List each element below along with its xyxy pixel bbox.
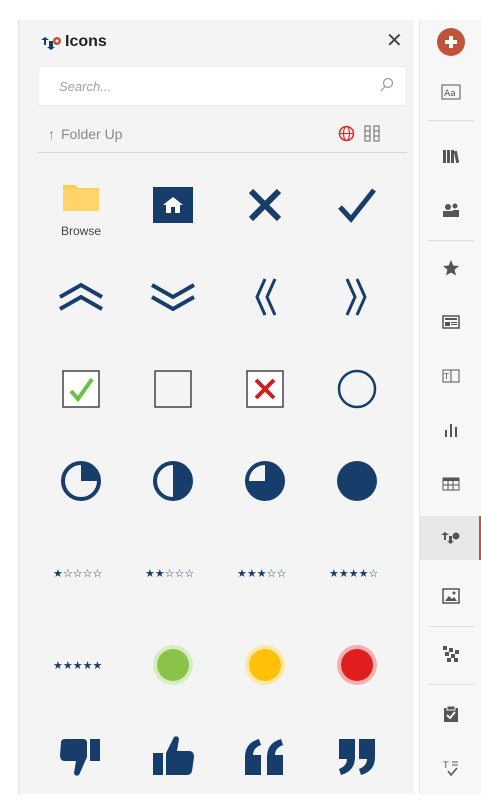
- one-star-rating-icon[interactable]: ★☆☆☆☆: [38, 530, 124, 616]
- text-format-button[interactable]: T: [420, 746, 481, 790]
- image-button[interactable]: [420, 574, 481, 618]
- image-icon: [442, 588, 460, 604]
- folder-up-label: Folder Up: [61, 126, 123, 142]
- main-menu-icon: [437, 28, 465, 56]
- panel-header: Icons ✕: [19, 20, 414, 66]
- globe-icon[interactable]: [338, 125, 355, 142]
- table-button[interactable]: [420, 462, 481, 506]
- right-toolbar: Aa T T: [419, 20, 481, 794]
- browse-label: Browse: [60, 224, 101, 238]
- search-placeholder: Search...: [59, 79, 112, 94]
- clipboard-check-icon: [444, 705, 458, 722]
- pattern-icon: [443, 646, 459, 662]
- open-quote-icon[interactable]: [222, 714, 308, 800]
- thumbs-up-icon[interactable]: [130, 714, 216, 800]
- svg-text:★★★☆☆: ★★★☆☆: [237, 567, 286, 579]
- red-status-light-icon[interactable]: [314, 622, 400, 708]
- favorites-button[interactable]: [420, 246, 481, 290]
- svg-text:★★★★☆: ★★★★☆: [329, 567, 378, 579]
- svg-text:T: T: [442, 761, 449, 771]
- people-icon: [443, 203, 459, 217]
- icons-title-icon: [41, 37, 61, 50]
- table-icon: [442, 477, 460, 491]
- card-button[interactable]: [420, 300, 481, 344]
- main-menu-button[interactable]: [420, 20, 481, 64]
- double-chevron-right-icon[interactable]: [314, 254, 400, 340]
- icons-panel: Icons ✕ Search... ↑ Folder Up Browse ★☆☆…: [18, 20, 414, 794]
- folder-icon: [63, 185, 99, 211]
- x-mark-icon[interactable]: [222, 162, 308, 248]
- card-icon: [442, 315, 460, 329]
- close-button[interactable]: ✕: [386, 31, 403, 51]
- pie-three-quarter-icon[interactable]: [222, 438, 308, 524]
- three-star-rating-icon[interactable]: ★★★☆☆: [222, 530, 308, 616]
- columns-icon[interactable]: [364, 125, 380, 142]
- search-input[interactable]: Search...: [38, 66, 407, 106]
- bar-chart-icon: [445, 424, 457, 437]
- search-icon[interactable]: [379, 77, 395, 93]
- text-style-icon: Aa: [441, 84, 461, 100]
- star-icon: [443, 260, 459, 276]
- check-mark-icon[interactable]: [314, 162, 400, 248]
- x-checkbox-icon[interactable]: [222, 346, 308, 432]
- svg-text:★★★★★: ★★★★★: [53, 659, 102, 671]
- pattern-button[interactable]: [420, 632, 481, 676]
- thumbs-down-icon[interactable]: [38, 714, 124, 800]
- empty-circle-icon[interactable]: [314, 346, 400, 432]
- pie-half-icon[interactable]: [130, 438, 216, 524]
- svg-text:★☆☆☆☆: ★☆☆☆☆: [53, 567, 102, 579]
- icons-panel-icon: [440, 532, 459, 544]
- people-button[interactable]: [420, 188, 481, 232]
- green-status-light-icon[interactable]: [130, 622, 216, 708]
- text-field-button[interactable]: T: [420, 354, 481, 398]
- empty-checkbox-icon[interactable]: [130, 346, 216, 432]
- yellow-status-light-icon[interactable]: [222, 622, 308, 708]
- double-chevron-down-icon[interactable]: [130, 254, 216, 340]
- bar-chart-button[interactable]: [420, 408, 481, 452]
- pie-quarter-icon[interactable]: [38, 438, 124, 524]
- text-style-button[interactable]: Aa: [420, 70, 481, 114]
- svg-text:Aa: Aa: [444, 89, 456, 99]
- checked-checkbox-icon[interactable]: [38, 346, 124, 432]
- browse-folder-icon[interactable]: Browse: [38, 162, 124, 248]
- icons-panel-button[interactable]: [420, 516, 481, 560]
- svg-text:T: T: [443, 372, 449, 381]
- text-field-icon: T: [442, 369, 460, 383]
- rating-stars: ★☆☆☆☆: [53, 567, 102, 579]
- pie-full-icon[interactable]: [314, 438, 400, 524]
- double-chevron-left-icon[interactable]: [222, 254, 308, 340]
- library-button[interactable]: [420, 134, 481, 178]
- text-format-icon: T: [442, 761, 458, 777]
- folder-navigation-row: ↑ Folder Up: [38, 120, 407, 153]
- clipboard-check-button[interactable]: [420, 692, 481, 736]
- svg-text:★★☆☆☆: ★★☆☆☆: [145, 567, 194, 579]
- home-icon[interactable]: [130, 162, 216, 248]
- close-quote-icon[interactable]: [314, 714, 400, 800]
- two-star-rating-icon[interactable]: ★★☆☆☆: [130, 530, 216, 616]
- double-chevron-up-icon[interactable]: [38, 254, 124, 340]
- panel-title: Icons: [65, 33, 107, 50]
- five-star-rating-icon[interactable]: ★★★★★: [38, 622, 124, 708]
- folder-up-button[interactable]: ↑ Folder Up: [48, 126, 122, 142]
- library-icon: [443, 150, 460, 164]
- four-star-rating-icon[interactable]: ★★★★☆: [314, 530, 400, 616]
- arrow-up-icon: ↑: [48, 126, 55, 142]
